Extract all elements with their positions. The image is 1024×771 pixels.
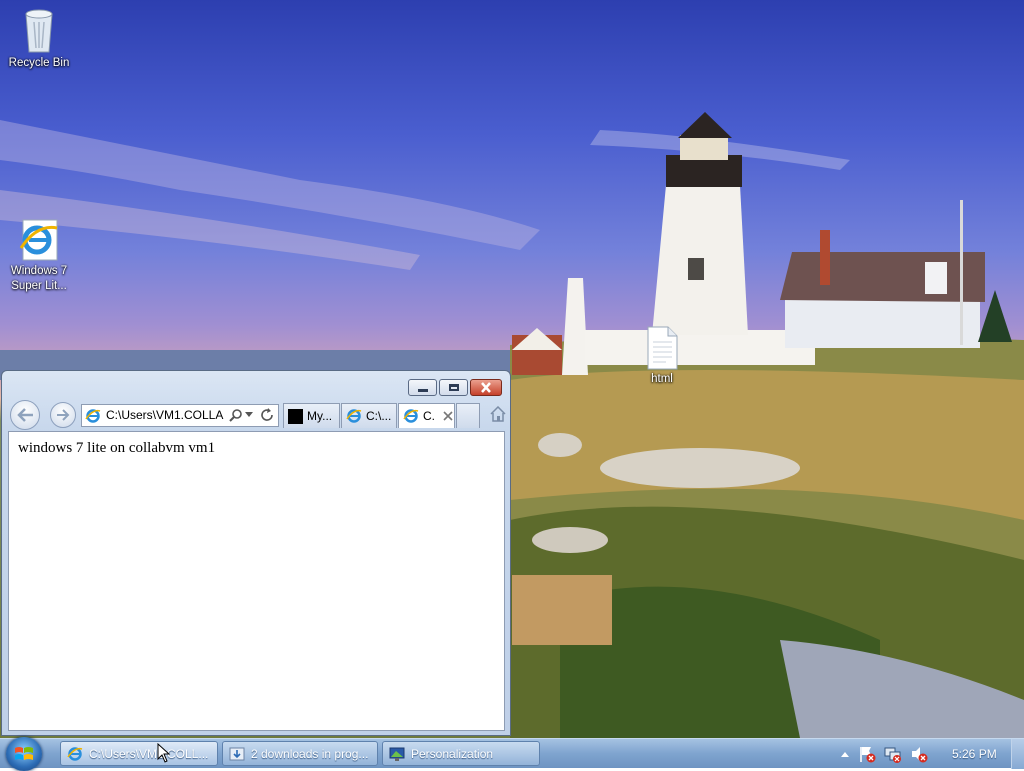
taskbar: C:\Users\VM1.COLL... 2 downloads in prog… [0, 737, 1024, 771]
forward-arrow-icon [57, 409, 70, 421]
tab-label: My... [307, 409, 333, 423]
windows-logo-icon [15, 747, 33, 760]
maximize-button[interactable] [439, 379, 468, 396]
tab-active[interactable]: C. [398, 403, 455, 428]
show-hidden-icons-chevron-up-icon[interactable] [840, 750, 850, 758]
internet-explorer-icon [67, 746, 83, 761]
show-desktop-button[interactable] [1011, 739, 1024, 769]
window-controls [406, 379, 502, 396]
home-icon[interactable] [490, 406, 506, 422]
desktop-icon-html[interactable]: html [624, 326, 700, 387]
chevron-down-icon[interactable] [245, 412, 253, 418]
document-file-icon [646, 326, 678, 370]
mouse-cursor-icon [157, 743, 171, 763]
refresh-icon[interactable] [260, 408, 275, 423]
close-icon [481, 382, 491, 393]
new-tab-button[interactable] [456, 403, 480, 428]
desktop-icon-label: Recycle Bin [8, 57, 70, 69]
taskbar-button-label: Personalization [411, 746, 494, 761]
tab-my[interactable]: My... [283, 403, 340, 428]
system-tray [840, 739, 936, 769]
internet-explorer-window[interactable]: C:\Users\VM1.COLLAB My... C:\... C. wind… [1, 370, 511, 736]
action-center-flag-icon[interactable] [858, 745, 876, 763]
internet-explorer-icon [85, 409, 101, 423]
desktop-icon-recycle-bin[interactable]: Recycle Bin [1, 8, 77, 71]
internet-explorer-icon [403, 409, 419, 423]
back-arrow-icon [17, 408, 33, 422]
tab-label: C. [423, 409, 435, 423]
desktop-icon-label: Windows 7 Super Lit... [10, 265, 68, 292]
page-text: windows 7 lite on collabvm vm1 [18, 440, 216, 456]
taskbar-button-ie[interactable]: C:\Users\VM1.COLL... [60, 741, 218, 766]
tab-label: C:\... [366, 409, 392, 423]
navigation-bar: C:\Users\VM1.COLLAB My... C:\... C. [8, 398, 506, 430]
desktop-icon-label: html [651, 373, 673, 385]
start-button[interactable] [6, 737, 42, 771]
forward-button[interactable] [50, 402, 76, 428]
desktop-icon-windows-7-super-lite[interactable]: Windows 7 Super Lit... [1, 218, 77, 294]
back-button[interactable] [10, 400, 40, 430]
personalization-icon [389, 747, 405, 761]
search-icon[interactable] [228, 408, 244, 424]
tab-c-path[interactable]: C:\... [341, 403, 397, 428]
close-tab-icon[interactable] [443, 411, 453, 421]
close-button[interactable] [470, 379, 502, 396]
taskbar-button-personalization[interactable]: Personalization [382, 741, 540, 766]
volume-muted-icon[interactable] [910, 745, 928, 763]
minimize-icon [417, 388, 428, 392]
internet-explorer-icon [346, 409, 362, 423]
download-icon [229, 747, 245, 760]
address-bar[interactable]: C:\Users\VM1.COLLAB [81, 404, 279, 427]
page-content[interactable]: windows 7 lite on collabvm vm1 [8, 431, 505, 731]
recycle-bin-icon [21, 8, 57, 54]
network-icon[interactable] [884, 745, 902, 763]
maximize-icon [448, 384, 459, 391]
taskbar-button-label: C:\Users\VM1.COLL... [89, 746, 209, 761]
black-square-icon [288, 408, 303, 424]
address-text[interactable]: C:\Users\VM1.COLLAB [106, 408, 224, 422]
taskbar-button-downloads[interactable]: 2 downloads in prog... [222, 741, 378, 766]
internet-explorer-icon [17, 218, 61, 262]
minimize-button[interactable] [408, 379, 437, 396]
taskbar-button-label: 2 downloads in prog... [251, 746, 369, 761]
clock[interactable]: 5:26 PM [952, 747, 997, 761]
